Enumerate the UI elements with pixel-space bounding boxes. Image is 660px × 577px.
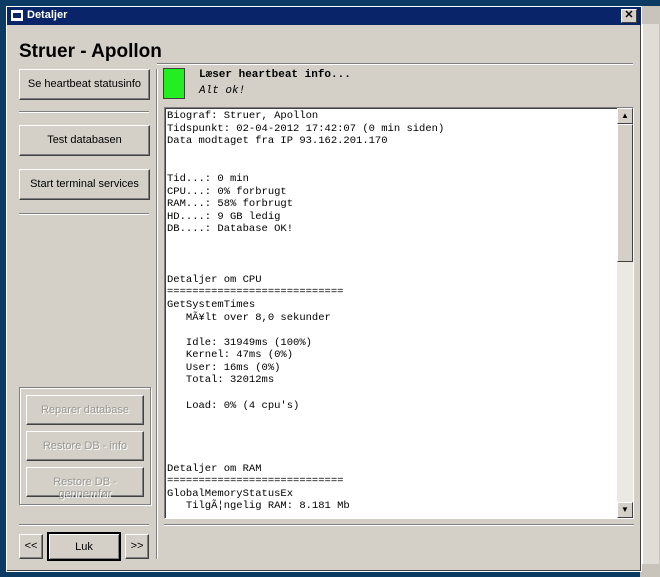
window-title: Detaljer xyxy=(27,9,68,21)
output-text: Biograf: Struer, Apollon Tidspunkt: 02-0… xyxy=(167,110,445,513)
close-button[interactable]: Luk xyxy=(47,532,121,561)
bottom-divider xyxy=(164,524,634,526)
vertical-divider xyxy=(156,69,158,559)
outer-scrollbar[interactable] xyxy=(640,6,660,577)
status-indicator-led xyxy=(163,68,185,99)
status-title: Læser heartbeat info... xyxy=(199,69,351,81)
output-textarea[interactable]: Biograf: Struer, Apollon Tidspunkt: 02-0… xyxy=(164,107,634,519)
heading-divider xyxy=(157,63,633,65)
scroll-up-icon[interactable]: ▲ xyxy=(617,108,633,124)
test-database-button[interactable]: Test databasen xyxy=(19,125,150,156)
scroll-down-icon[interactable]: ▼ xyxy=(617,502,633,518)
start-terminal-services-button[interactable]: Start terminal services xyxy=(19,169,150,200)
restore-db-info-button[interactable]: Restore DB - info xyxy=(26,431,144,461)
outer-scroll-thumb[interactable] xyxy=(642,24,659,564)
details-window: Detaljer ✕ Struer - Apollon Se heartbeat… xyxy=(6,6,642,572)
close-icon[interactable]: ✕ xyxy=(621,9,637,23)
left-divider-3 xyxy=(19,524,149,526)
repair-database-button[interactable]: Reparer database xyxy=(26,395,144,425)
window-app-icon xyxy=(11,10,23,21)
restore-db-run-button[interactable]: Restore DB - gennemfør xyxy=(26,467,144,500)
output-scrollbar[interactable]: ▲ ▼ xyxy=(617,108,633,518)
status-subtitle: Alt ok! xyxy=(199,85,246,97)
left-divider-1 xyxy=(19,111,149,113)
page-title: Struer - Apollon xyxy=(19,41,162,62)
next-button[interactable]: >> xyxy=(125,534,149,559)
title-bar: Detaljer ✕ xyxy=(7,7,641,25)
previous-button[interactable]: << xyxy=(19,534,43,559)
scroll-thumb[interactable] xyxy=(617,124,633,262)
left-divider-2 xyxy=(19,213,149,215)
heartbeat-status-button[interactable]: Se heartbeat statusinfo xyxy=(19,69,150,100)
